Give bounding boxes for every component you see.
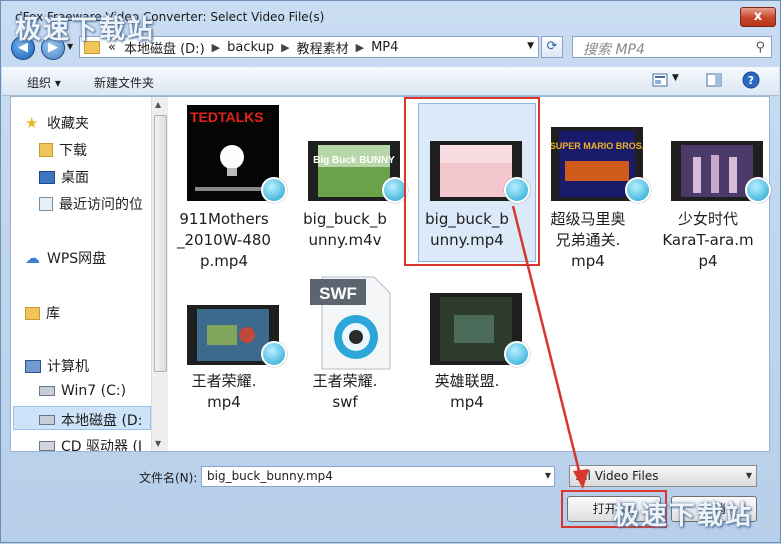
- refresh-button[interactable]: ⟳: [541, 36, 563, 58]
- filter-value: All Video Files: [576, 469, 659, 483]
- file-open-dialog: dFox Freeware Video Converter: Select Vi…: [0, 0, 781, 543]
- breadcrumb-chevron-icon[interactable]: ▶: [353, 41, 367, 54]
- organize-button[interactable]: 组织 ▾: [27, 74, 61, 91]
- breadcrumb-chevron-icon[interactable]: ▶: [278, 41, 292, 54]
- video-badge-icon: [261, 341, 287, 367]
- search-icon[interactable]: ⚲: [755, 40, 765, 55]
- sidebar-item-label: CD 驱动器 (I: [61, 439, 143, 451]
- help-icon[interactable]: ?: [742, 71, 760, 89]
- content-area: ★ 收藏夹 下载 桌面 最近访问的位 ☁ WPS网盘 库 计算机 Win7 (C…: [10, 96, 771, 452]
- filter-dropdown-icon[interactable]: ▼: [746, 471, 752, 480]
- search-input[interactable]: 搜索 MP4 ⚲: [572, 36, 772, 58]
- file-name-label: 王者荣耀. mp4: [191, 372, 257, 411]
- sidebar-item-label: 计算机: [47, 359, 89, 375]
- file-name-label: 超级马里奥 兄弟通关. mp4: [550, 210, 626, 270]
- view-options-icon[interactable]: [652, 73, 668, 87]
- sidebar-item-label: 本地磁盘 (D:: [61, 413, 143, 429]
- scrollbar-thumb[interactable]: [154, 115, 167, 372]
- sidebar-item-cd-drive[interactable]: CD 驱动器 (I: [39, 436, 142, 451]
- sidebar-item-label: WPS网盘: [47, 251, 107, 267]
- sidebar-item-label: 库: [46, 306, 60, 322]
- sidebar-item-drive-d[interactable]: 本地磁盘 (D:: [39, 410, 142, 430]
- swf-file-icon: SWF: [310, 276, 391, 370]
- desktop-icon: [39, 170, 55, 184]
- sidebar-scrollbar[interactable]: ▲ ▼: [151, 97, 168, 451]
- video-badge-icon: [745, 177, 771, 203]
- breadcrumb-backup[interactable]: backup: [223, 40, 278, 55]
- address-dropdown-icon[interactable]: ▼: [527, 41, 534, 51]
- file-type-filter[interactable]: All Video Files ▼: [569, 465, 757, 487]
- thumb-label: SUPER MARIO BROS.: [551, 141, 643, 151]
- file-name-label: 911Mothers _2010W-480 p.mp4: [177, 210, 271, 270]
- filename-label: 文件名(N):: [139, 471, 198, 485]
- thumb-label: TEDTALKS: [190, 109, 264, 125]
- search-placeholder: 搜索 MP4: [583, 42, 645, 58]
- breadcrumb-chevron-icon[interactable]: ▶: [209, 41, 223, 54]
- sidebar-item-label: 桌面: [61, 170, 89, 186]
- close-button[interactable]: x: [740, 7, 776, 27]
- watermark: 极速下载站: [613, 501, 754, 531]
- sidebar-item-label: 最近访问的位: [59, 197, 143, 213]
- video-badge-icon: [504, 341, 530, 367]
- new-folder-button[interactable]: 新建文件夹: [94, 74, 154, 91]
- thumb-label: SWF: [319, 284, 357, 303]
- thumb-label: Big Buck BUNNY: [313, 155, 395, 166]
- file-name-label: 英雄联盟. mp4: [434, 372, 500, 411]
- drive-icon: [39, 415, 55, 425]
- file-name-label: big_buck_b unny.m4v: [303, 210, 387, 249]
- preview-pane-icon[interactable]: [706, 73, 722, 87]
- cd-drive-icon: [39, 441, 55, 451]
- star-icon: ★: [25, 114, 39, 132]
- folder-icon: [39, 143, 53, 157]
- sidebar-item-wps-cloud[interactable]: ☁ WPS网盘: [25, 248, 106, 268]
- scroll-down-icon[interactable]: ▼: [155, 439, 161, 448]
- sidebar-item-desktop[interactable]: 桌面: [39, 167, 89, 187]
- watermark: 极速下载站: [15, 15, 156, 45]
- breadcrumb-tutorial[interactable]: 教程素材: [293, 38, 353, 57]
- sidebar-item-favorites[interactable]: ★ 收藏夹: [25, 113, 89, 133]
- sidebar-item-downloads[interactable]: 下载: [39, 140, 87, 160]
- cloud-icon: ☁: [25, 249, 40, 267]
- file-name-label: 王者荣耀. swf: [312, 372, 378, 411]
- library-icon: [25, 306, 40, 320]
- drive-icon: [39, 386, 55, 396]
- computer-icon: [25, 359, 41, 373]
- navigation-pane: ★ 收藏夹 下载 桌面 最近访问的位 ☁ WPS网盘 库 计算机 Win7 (C…: [11, 97, 151, 451]
- recent-icon: [39, 197, 53, 211]
- sidebar-item-label: Win7 (C:): [61, 383, 127, 399]
- file-name-label: 少女时代 KaraT-ara.m p4: [662, 210, 754, 270]
- view-dropdown-icon[interactable]: ▼: [672, 73, 679, 83]
- sidebar-item-library[interactable]: 库: [25, 303, 60, 323]
- video-badge-icon: [625, 177, 651, 203]
- sidebar-item-label: 下载: [59, 143, 87, 159]
- filename-dropdown-icon[interactable]: ▼: [545, 471, 551, 480]
- sidebar-item-recent[interactable]: 最近访问的位: [39, 194, 143, 214]
- sidebar-item-label: 收藏夹: [47, 116, 89, 132]
- highlight-box-selected-file: [404, 97, 540, 266]
- svg-text:?: ?: [748, 74, 754, 87]
- video-badge-icon: [261, 177, 287, 203]
- breadcrumb-mp4[interactable]: MP4: [367, 40, 402, 55]
- sidebar-item-drive-c[interactable]: Win7 (C:): [39, 383, 126, 399]
- command-toolbar: 组织 ▾ 新建文件夹 ▼ ?: [2, 67, 779, 96]
- scroll-up-icon[interactable]: ▲: [155, 100, 161, 109]
- filename-input[interactable]: big_buck_bunny.mp4 ▼: [201, 466, 555, 487]
- sidebar-item-computer[interactable]: 计算机: [25, 356, 89, 376]
- filename-value: big_buck_bunny.mp4: [207, 469, 333, 483]
